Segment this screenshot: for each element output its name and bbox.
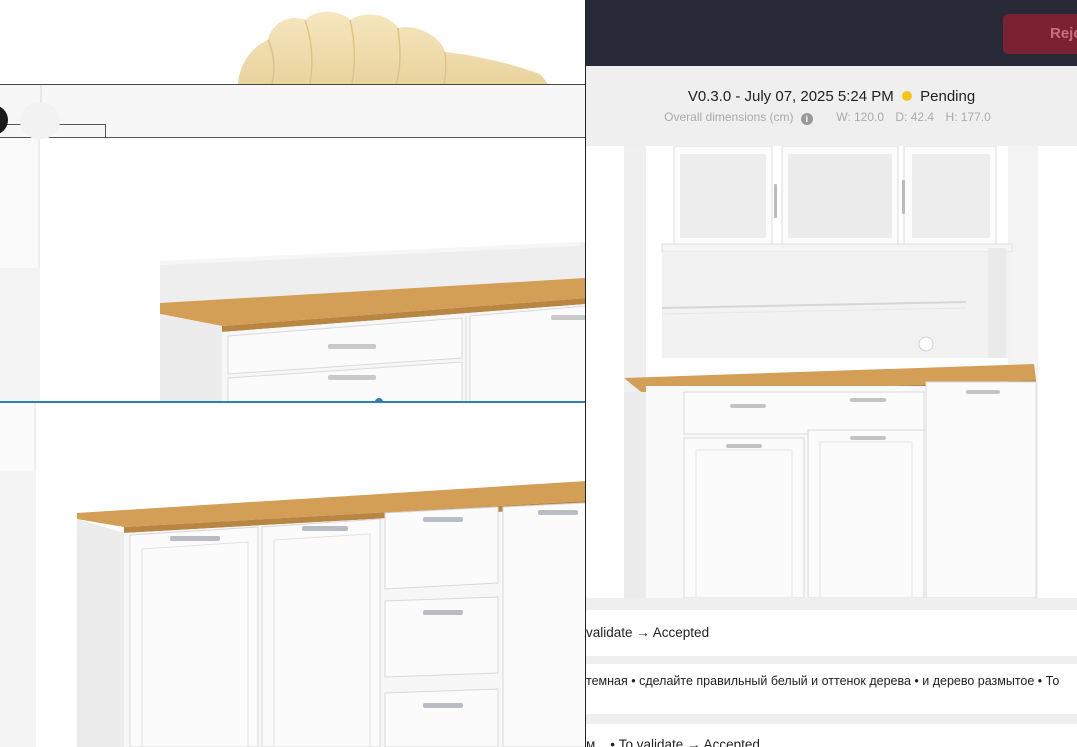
dimensions-label: Overall dimensions (cm) xyxy=(664,110,794,124)
chair-preview xyxy=(0,0,585,84)
sideboard-render-upper xyxy=(160,242,585,402)
version-header: V0.3.0 - July 07, 2025 5:24 PM Pending O… xyxy=(586,66,1077,146)
dimension-width: W: 120.0 xyxy=(836,110,885,124)
status-dot-icon xyxy=(901,91,912,101)
review-topbar: Reje xyxy=(586,0,1077,66)
history-item[interactable]: темная • сделайте правильный белый и отт… xyxy=(586,664,1077,714)
viewer-lower[interactable] xyxy=(0,403,585,747)
info-icon[interactable]: i xyxy=(800,113,813,125)
version-line: V0.3.0 - July 07, 2025 5:24 PM Pending xyxy=(586,88,1077,105)
history-item[interactable]: validate → Accepted xyxy=(586,610,1077,656)
hutch-cabinet-image xyxy=(624,146,1038,598)
ghost-button[interactable] xyxy=(20,103,60,139)
viewer-upper[interactable] xyxy=(0,84,585,402)
chair-image xyxy=(238,11,548,84)
viewer-toolbar-strip xyxy=(0,85,585,138)
product-render[interactable] xyxy=(586,146,1077,598)
sideboard-render-lower xyxy=(77,481,585,747)
left-viewer-panel xyxy=(0,0,586,747)
history-item[interactable]: м... • To validate → Accepted xyxy=(586,724,1077,747)
status-text: Pending xyxy=(920,88,976,105)
review-panel: Reje V0.3.0 - July 07, 2025 5:24 PM Pend… xyxy=(586,0,1077,747)
version-history: validate → Accepted темная • сделайте пр… xyxy=(586,598,1077,747)
dimension-height: H: 177.0 xyxy=(945,110,991,124)
reject-button[interactable]: Reje xyxy=(1003,14,1077,54)
dimension-depth: D: 42.4 xyxy=(895,110,935,124)
dimensions-line: Overall dimensions (cm) i W: 120.0 D: 42… xyxy=(586,110,1077,125)
version-title: V0.3.0 - July 07, 2025 5:24 PM xyxy=(687,88,894,105)
